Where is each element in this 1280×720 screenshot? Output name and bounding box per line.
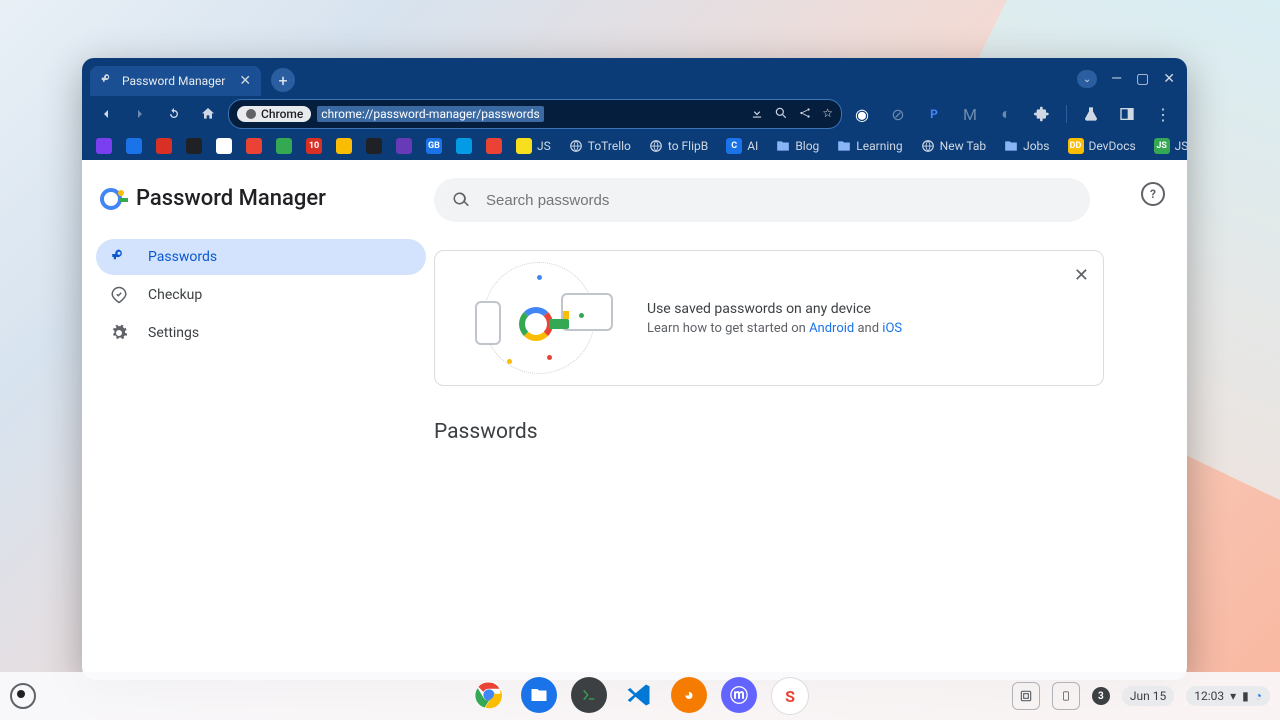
bookmark-learning[interactable]: Learning [833,136,906,156]
bookmark-icon-0[interactable] [92,136,116,156]
site-chip[interactable]: Chrome [237,106,311,122]
status-area[interactable]: Jun 15 [1122,686,1174,706]
promo-title: Use saved passwords on any device [647,301,902,317]
zoom-icon[interactable] [774,106,788,123]
launcher-button[interactable] [10,683,36,709]
reload-button[interactable] [160,100,188,128]
password-manager-logo-icon [100,188,122,210]
bookmark-icon-2[interactable] [152,136,176,156]
ext-icon-1[interactable]: ◉ [848,100,876,128]
bookmark-ai[interactable]: CAI [722,136,762,156]
bookmark-icon-7[interactable]: 10 [302,136,326,156]
page-title: Password Manager [136,186,326,211]
key-icon [100,73,114,90]
bookmark-to-flipb[interactable]: to FlipB [645,136,712,156]
url-text: chrome://password-manager/passwords [317,106,543,122]
ios-link[interactable]: iOS [882,321,902,336]
maximize-button[interactable]: ▢ [1136,71,1149,87]
battery-icon: ▮ [1242,689,1249,703]
bookmark-totrello[interactable]: ToTrello [565,136,635,156]
bookmark-blog[interactable]: Blog [772,136,823,156]
bookmark-js109[interactable]: JSJS109 [1150,136,1187,156]
search-input[interactable] [484,191,1072,210]
install-icon[interactable] [750,106,764,123]
android-link[interactable]: Android [809,321,854,336]
search-icon [452,191,470,209]
tray-device[interactable] [1052,682,1080,710]
bookmark-new-tab[interactable]: New Tab [917,136,990,156]
shelf-time: 12:03 [1194,689,1224,703]
bookmark-icon-10[interactable] [392,136,416,156]
extensions-button[interactable] [1028,100,1056,128]
back-button[interactable] [92,100,120,128]
bookmark-icon-1[interactable] [122,136,146,156]
chromeos-shelf: ◕ ⓜ S 3 Jun 15 12:03 ▾ ▮ ◔ [0,672,1280,720]
nav-passwords[interactable]: Passwords [96,239,426,275]
notification-count[interactable]: 3 [1092,687,1110,705]
page-header: Password Manager [100,186,426,211]
search-passwords[interactable] [434,178,1090,222]
address-bar[interactable]: Chrome chrome://password-manager/passwor… [228,99,842,129]
bookmark-icon-3[interactable] [182,136,206,156]
tab-title: Password Manager [122,74,225,88]
promo-body: Learn how to get started on Android and … [647,321,902,336]
bookmark-icon-4[interactable] [212,136,236,156]
ext-icon-5[interactable]: ◐ [992,100,1020,128]
page-content: Password Manager Passwords Checkup Setti… [82,160,1187,680]
checkup-icon [110,286,128,304]
home-button[interactable] [194,100,222,128]
menu-button[interactable]: ⋮ [1149,100,1177,128]
labs-icon[interactable] [1077,100,1105,128]
side-panel-icon[interactable] [1113,100,1141,128]
ext-icon-2[interactable]: ⊘ [884,100,912,128]
vscode-app-icon[interactable] [621,677,657,713]
new-tab-button[interactable]: + [271,68,295,92]
share-icon[interactable] [798,106,812,123]
close-window-button[interactable]: ✕ [1163,71,1175,87]
bookmark-icon-13[interactable] [482,136,506,156]
mastodon-app-icon[interactable]: ⓜ [721,677,757,713]
bookmark-icon-12[interactable] [452,136,476,156]
bookmarks-bar: 10 GB JS ToTrello to FlipB CAI Blog Learning Ne… [82,132,1187,160]
help-button[interactable]: ? [1141,182,1165,206]
bookmark-js[interactable]: JS [512,136,555,156]
gear-icon [110,324,128,342]
tray-phone-hub[interactable] [1012,682,1040,710]
bookmark-icon-11[interactable]: GB [422,136,446,156]
files-app-icon[interactable] [521,677,557,713]
passwords-section-heading: Passwords [434,420,1147,444]
dismiss-promo-button[interactable]: ✕ [1074,265,1089,286]
bookmark-jobs[interactable]: Jobs [1000,136,1053,156]
nav-checkup[interactable]: Checkup [96,277,426,313]
terminal-app-icon[interactable] [571,677,607,713]
chrome-app-icon[interactable] [471,677,507,713]
promo-illustration [459,273,619,363]
nav-settings[interactable]: Settings [96,315,426,351]
extension-row: ◉ ⊘ P M ◐ ⋮ [848,100,1177,128]
forward-button[interactable] [126,100,154,128]
bookmark-icon-5[interactable] [242,136,266,156]
status-time-area[interactable]: 12:03 ▾ ▮ ◔ [1186,686,1270,706]
app-icon-5[interactable]: ◕ [671,677,707,713]
shelf-date: Jun 15 [1130,689,1166,703]
tab-strip: Password Manager ✕ + ⌄ — ▢ ✕ [82,58,1187,96]
ext-icon-4[interactable]: M [956,100,984,128]
tab-search-button[interactable]: ⌄ [1077,70,1097,88]
close-tab-icon[interactable]: ✕ [239,73,251,89]
wifi-icon: ▾ [1230,689,1236,703]
bookmark-devdocs[interactable]: DDDevDocs [1064,136,1140,156]
bookmark-icon-9[interactable] [362,136,386,156]
promo-card: ✕ Use saved passwords on any device [434,250,1104,386]
browser-tab[interactable]: Password Manager ✕ [90,66,261,96]
minimize-button[interactable]: — [1111,71,1122,87]
ext-icon-3[interactable]: P [920,100,948,128]
timer-icon: ◔ [1255,689,1262,703]
toolbar: Chrome chrome://password-manager/passwor… [82,96,1187,132]
bookmark-star-icon[interactable]: ☆ [822,106,833,123]
bookmark-icon-6[interactable] [272,136,296,156]
key-icon [110,248,128,266]
chrome-window: Password Manager ✕ + ⌄ — ▢ ✕ Chrome [82,58,1187,680]
app-icon-7[interactable]: S [771,677,809,715]
bookmark-icon-8[interactable] [332,136,356,156]
